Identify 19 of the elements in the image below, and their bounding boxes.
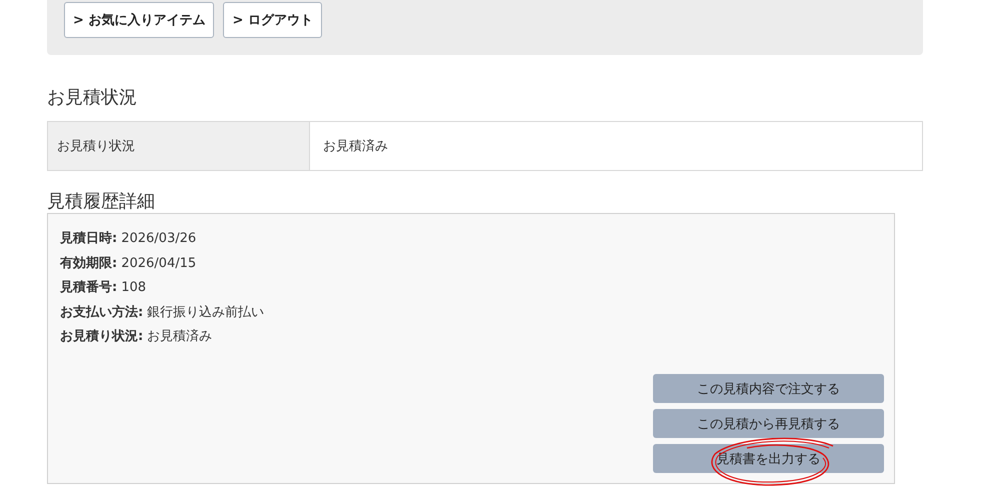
detail-label: お支払い方法:: [60, 304, 144, 320]
menu-link-button[interactable]: > ログアウト: [223, 2, 322, 38]
menu-link-button[interactable]: > お気に入りアイテム: [64, 2, 214, 38]
detail-label: 有効期限:: [60, 256, 118, 270]
detail-label: 見積日時:: [60, 231, 118, 246]
table-header-cell: お見積り状況: [48, 122, 310, 170]
section-heading: 見積履歴詳細: [47, 190, 156, 213]
detail-label: 見積番号:: [60, 280, 118, 295]
detail-value: 2026/03/26: [121, 231, 196, 246]
detail-value: 2026/04/15: [121, 256, 196, 270]
action-button[interactable]: この見積内容で注文する: [653, 374, 884, 403]
section-heading: お見積状況: [47, 86, 138, 109]
action-button[interactable]: この見積から再見積する: [653, 409, 884, 438]
detail-label: お見積り状況:: [60, 329, 144, 344]
detail-value: 108: [121, 280, 146, 295]
detail-value: 銀行振り込み前払い: [147, 304, 264, 320]
action-button[interactable]: 見積書を出力する: [653, 444, 884, 473]
table-cell-text: お見積済み: [322, 138, 388, 156]
detail-value: お見積済み: [147, 329, 212, 344]
